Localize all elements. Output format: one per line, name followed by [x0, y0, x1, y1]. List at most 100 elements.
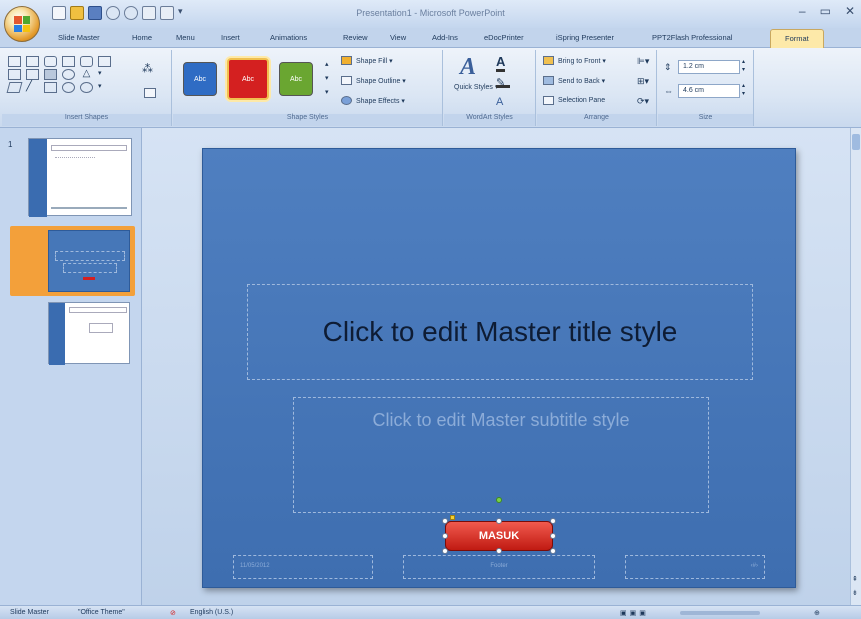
footer-placeholder[interactable]: Footer — [403, 555, 595, 579]
tab-ppt2flash-professional[interactable]: PPT2Flash Professional — [652, 33, 732, 42]
thumbnail-number: 1 — [8, 140, 13, 149]
slide-canvas[interactable]: Click to edit Master title style Click t… — [202, 148, 796, 588]
shape-styles-group: Abc Abc Abc ▴ ▾ ▾ Shape Fill ▾ Shape Outli… — [173, 50, 443, 126]
minimize-button[interactable]: – — [799, 4, 806, 18]
next-slide-icon[interactable]: ⇟ — [852, 589, 858, 597]
bring-to-front-button[interactable]: Bring to Front ▾ — [543, 56, 606, 65]
width-spinner-icon[interactable]: ▴ ▾ — [742, 82, 745, 98]
view-buttons-icon[interactable]: ▣▣▣ — [620, 609, 649, 617]
shape-height-input[interactable]: 1.2 cm — [678, 60, 740, 74]
text-effects-icon[interactable]: A — [496, 96, 503, 108]
text-fill-icon[interactable]: A — [496, 54, 506, 72]
shape-height-icon: ⇕ — [664, 62, 672, 72]
thumbnail-slide-master[interactable] — [28, 138, 132, 217]
date-placeholder[interactable]: 11/05/2012 — [233, 555, 373, 579]
wordart-a-icon[interactable]: A — [460, 54, 476, 81]
office-button[interactable] — [4, 6, 40, 42]
tab-insert[interactable]: Insert — [221, 33, 240, 42]
height-spinner-icon[interactable]: ▴ ▾ — [742, 58, 745, 74]
send-to-back-button[interactable]: Send to Back ▾ — [543, 76, 605, 85]
resize-handle-icon[interactable] — [442, 548, 448, 554]
thumbnail-title-layout[interactable] — [48, 230, 130, 292]
tab-format[interactable]: Format — [770, 29, 824, 48]
theme-status: "Office Theme" — [78, 609, 125, 616]
shape-gallery[interactable]: △ ▾ ╱ ▾ — [6, 56, 114, 93]
shape-effects-button[interactable]: Shape Effects ▾ — [341, 96, 405, 105]
selection-pane-icon — [543, 96, 554, 105]
shape-fill-button[interactable]: Shape Fill ▾ — [341, 56, 393, 65]
triangle-shape-icon[interactable]: △ — [80, 69, 93, 80]
more-shapes-icon[interactable]: ▾ — [98, 82, 111, 93]
rectangle-shape-icon[interactable] — [98, 56, 111, 67]
rectangle-shape-icon[interactable] — [44, 56, 57, 67]
master-title-placeholder[interactable]: Click to edit Master title style — [247, 284, 753, 380]
close-button[interactable]: ✕ — [845, 4, 855, 18]
resize-handle-icon[interactable] — [442, 533, 448, 539]
rectangle-shape-icon[interactable] — [62, 56, 75, 67]
oval-shape-icon[interactable] — [62, 69, 75, 80]
align-icon[interactable]: ⊫▾ — [637, 56, 649, 67]
shape-style-green[interactable]: Abc — [279, 62, 313, 96]
maximize-button[interactable]: ▭ — [820, 4, 831, 18]
rotate-icon[interactable]: ⟳▾ — [637, 96, 649, 107]
selection-pane-button[interactable]: Selection Pane — [543, 96, 605, 105]
oval-shape-icon[interactable] — [62, 82, 75, 93]
text-outline-icon[interactable]: ✎ — [496, 76, 510, 89]
resize-handle-icon[interactable] — [550, 548, 556, 554]
shape-width-icon: ⇔ — [664, 86, 673, 96]
tab-add-ins[interactable]: Add-Ins — [432, 33, 458, 42]
resize-handle-icon[interactable] — [442, 518, 448, 524]
adjust-handle-icon[interactable] — [450, 515, 455, 520]
scroll-thumb[interactable] — [852, 134, 860, 150]
rectangle-shape-icon[interactable] — [8, 56, 21, 67]
ribbon: △ ▾ ╱ ▾ ⁂ Insert Shapes Abc Abc Abc ▴ ▾ ▾ … — [0, 48, 861, 128]
rectangle-shape-icon[interactable] — [26, 56, 39, 67]
oval-shape-icon[interactable] — [80, 82, 93, 93]
masuk-button-shape[interactable]: MASUK — [445, 521, 553, 551]
resize-handle-icon[interactable] — [496, 518, 502, 524]
thumbnail-title-placeholder — [51, 145, 127, 151]
resize-handle-icon[interactable] — [550, 518, 556, 524]
text-box-icon[interactable] — [144, 88, 156, 98]
styles-scroll-icon[interactable]: ▴ ▾ ▾ — [325, 58, 329, 100]
parallelogram-shape-icon[interactable] — [6, 82, 23, 93]
thumbnail-content-layout[interactable] — [48, 302, 130, 365]
tab-animations[interactable]: Animations — [270, 33, 307, 42]
rectangle-shape-icon[interactable] — [44, 82, 57, 93]
resize-handle-icon[interactable] — [550, 533, 556, 539]
language-status[interactable]: English (U.S.) — [190, 609, 233, 616]
textbox-shape-icon[interactable] — [44, 69, 57, 80]
rectangle-shape-icon[interactable] — [8, 69, 21, 80]
edit-shape-icon[interactable]: ⁂ — [142, 62, 153, 75]
vertical-scrollbar[interactable]: ⇞ ⇟ — [850, 128, 861, 605]
tab-review[interactable]: Review — [343, 33, 368, 42]
line-shape-icon[interactable]: ╱ — [26, 82, 39, 93]
spell-check-icon[interactable]: ⊘ — [170, 609, 176, 617]
rotation-handle-icon[interactable] — [496, 497, 502, 503]
shape-style-blue[interactable]: Abc — [183, 62, 217, 96]
quick-styles-button[interactable]: Quick Styles ▾ — [454, 84, 498, 92]
window-title: Presentation1 - Microsoft PowerPoint — [356, 8, 505, 18]
arrange-group: Bring to Front ▾ Send to Back ▾ Selectio… — [537, 50, 657, 126]
tab-home[interactable]: Home — [132, 33, 152, 42]
tab-edocprinter[interactable]: eDocPrinter — [484, 33, 524, 42]
shape-style-red[interactable]: Abc — [227, 58, 269, 100]
tab-view[interactable]: View — [390, 33, 406, 42]
previous-slide-icon[interactable]: ⇞ — [852, 575, 858, 583]
slide-editing-area: Click to edit Master title style Click t… — [142, 128, 850, 605]
slide-number-placeholder[interactable]: ‹#› — [625, 555, 765, 579]
scroll-down-icon[interactable]: ▾ — [98, 69, 111, 80]
shape-outline-button[interactable]: Shape Outline ▾ — [341, 76, 406, 85]
group-icon[interactable]: ⊞▾ — [637, 76, 649, 87]
tab-slide-master[interactable]: Slide Master — [58, 33, 100, 42]
rectangle-shape-icon[interactable] — [80, 56, 93, 67]
zoom-slider[interactable] — [680, 611, 760, 615]
tab-menu[interactable]: Menu — [176, 33, 195, 42]
rectangle-shape-icon[interactable] — [26, 69, 39, 80]
fit-to-window-icon[interactable]: ⊕ — [814, 609, 820, 617]
master-subtitle-placeholder[interactable]: Click to edit Master subtitle style — [293, 397, 709, 513]
shape-width-input[interactable]: 4.6 cm — [678, 84, 740, 98]
tab-ispring-presenter[interactable]: iSpring Presenter — [556, 33, 614, 42]
shape-fill-icon — [341, 56, 352, 65]
resize-handle-icon[interactable] — [496, 548, 502, 554]
